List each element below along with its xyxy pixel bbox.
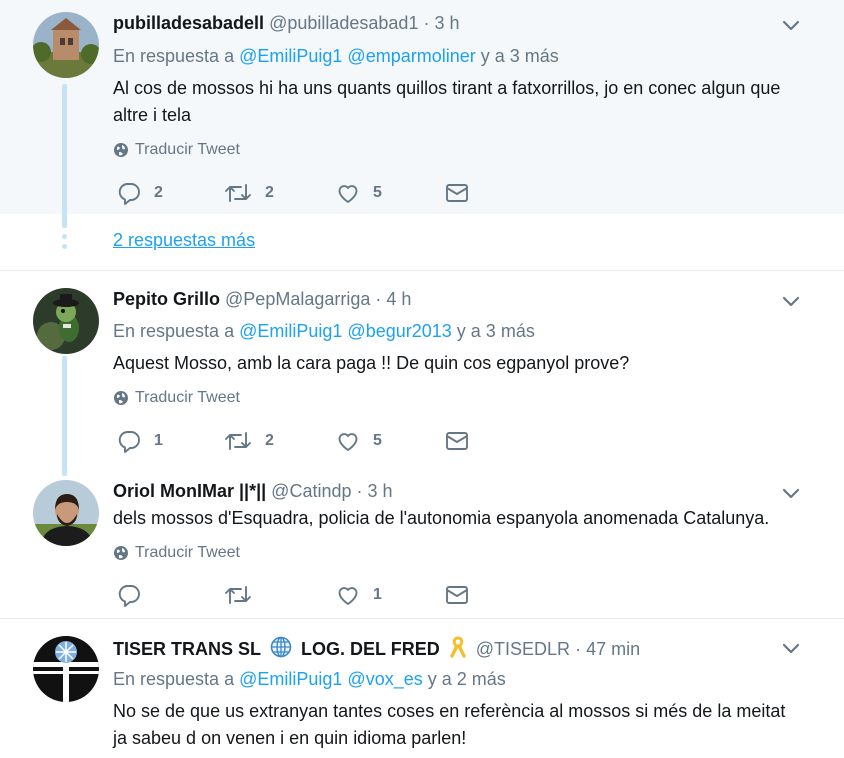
like-button[interactable]: 1 [336, 582, 382, 608]
reply-prefix: En respuesta a [113, 46, 235, 66]
user-handle[interactable]: @TISEDLR [476, 639, 570, 659]
envelope-icon [446, 432, 468, 450]
separator-dot: · [375, 289, 382, 309]
divider [0, 618, 844, 619]
mention-link[interactable]: @begur2013 [347, 321, 451, 341]
separator-dot: · [423, 13, 430, 33]
translate-link[interactable]: Traducir Tweet [113, 388, 240, 408]
like-count: 5 [373, 184, 382, 201]
reply-button[interactable]: 1 [117, 428, 163, 454]
reply-prefix: En respuesta a [113, 321, 235, 341]
tweet-header: Oriol MonIMar ||*|| @Catindp · 3 h [113, 480, 393, 502]
user-handle[interactable]: @pubilladesabad1 [269, 13, 418, 33]
mention-link[interactable]: @vox_es [347, 669, 422, 689]
reply-context: En respuesta a @EmiliPuig1 @vox_es y a 2… [113, 668, 506, 690]
retweet-button[interactable] [224, 582, 265, 608]
envelope-icon [446, 586, 468, 604]
chevron-down-icon[interactable] [781, 642, 801, 656]
like-button[interactable]: 5 [336, 180, 382, 206]
retweet-icon [225, 432, 251, 450]
timestamp[interactable]: 4 h [386, 289, 411, 309]
translate-link[interactable]: Traducir Tweet [113, 543, 240, 563]
avatar[interactable] [33, 636, 99, 702]
avatar[interactable] [33, 288, 99, 354]
tweet-text: Al cos de mossos hi ha uns quants quillo… [113, 78, 781, 125]
globe-icon [114, 391, 128, 405]
mention-link[interactable]: @EmiliPuig1 [239, 46, 342, 66]
envelope-icon [446, 184, 468, 202]
translate-label: Traducir Tweet [135, 544, 240, 561]
timestamp[interactable]: 47 min [586, 639, 640, 659]
like-count: 5 [373, 432, 382, 449]
chevron-down-icon[interactable] [781, 19, 801, 33]
like-count: 1 [373, 586, 382, 603]
tweet-header: TISER TRANS SL LOG. DEL FRED @TISEDLR · … [113, 636, 640, 660]
retweet-count: 2 [265, 432, 274, 449]
reply-icon [118, 183, 140, 205]
translate-link[interactable]: Traducir Tweet [113, 140, 240, 160]
dm-button[interactable] [445, 180, 469, 206]
mention-link[interactable]: @EmiliPuig1 [239, 669, 342, 689]
reply-count: 2 [154, 184, 163, 201]
retweet-button[interactable]: 2 [224, 428, 274, 454]
dm-button[interactable] [445, 428, 469, 454]
translate-label: Traducir Tweet [135, 389, 240, 406]
mention-link[interactable]: @emparmoliner [347, 46, 475, 66]
tweet-header: Pepito Grillo @PepMalagarriga · 4 h [113, 288, 411, 310]
separator-dot: · [575, 639, 582, 659]
display-name[interactable]: Pepito Grillo [113, 289, 220, 309]
display-name[interactable]: Oriol MonIMar ||*|| [113, 481, 266, 501]
timestamp[interactable]: 3 h [434, 13, 459, 33]
heart-icon [338, 587, 358, 605]
timestamp[interactable]: 3 h [368, 481, 393, 501]
tweet-header: pubilladesabadell @pubilladesabad1 · 3 h [113, 12, 460, 34]
globe-icon [270, 636, 292, 658]
reply-icon [118, 431, 140, 453]
retweet-button[interactable]: 2 [224, 180, 274, 206]
reply-context: En respuesta a @EmiliPuig1 @emparmoliner… [113, 45, 559, 67]
like-button[interactable]: 5 [336, 428, 382, 454]
retweet-count: 2 [265, 184, 274, 201]
chevron-down-icon[interactable] [781, 295, 801, 309]
thread-line [62, 84, 67, 228]
user-handle[interactable]: @PepMalagarriga [225, 289, 370, 309]
display-name-part[interactable]: LOG. DEL FRED [301, 639, 440, 659]
display-name-part[interactable]: TISER TRANS SL [113, 639, 261, 659]
tweet-text: Aquest Mosso, amb la cara paga !! De qui… [113, 353, 630, 373]
ribbon-icon [450, 636, 466, 658]
user-handle[interactable]: @Catindp [271, 481, 351, 501]
separator-dot: · [356, 481, 363, 501]
globe-icon [114, 143, 128, 157]
heart-icon [338, 185, 358, 203]
mention-link[interactable]: @EmiliPuig1 [239, 321, 342, 341]
retweet-icon [225, 184, 251, 202]
dm-button[interactable] [445, 582, 469, 608]
reply-prefix: En respuesta a [113, 669, 235, 689]
tweet-text: dels mossos d'Esquadra, policia de l'aut… [113, 508, 770, 528]
heart-icon [338, 433, 358, 451]
avatar[interactable] [33, 12, 99, 78]
more-replies-link[interactable]: 2 respuestas más [113, 229, 255, 251]
reply-icon [118, 585, 140, 607]
globe-icon [114, 546, 128, 560]
retweet-icon [225, 586, 251, 604]
translate-label: Traducir Tweet [135, 141, 240, 158]
reply-suffix[interactable]: y a 3 más [457, 321, 535, 341]
avatar[interactable] [33, 480, 99, 546]
reply-count: 1 [154, 432, 163, 449]
chevron-down-icon[interactable] [781, 487, 801, 501]
reply-suffix[interactable]: y a 2 más [428, 669, 506, 689]
reply-suffix[interactable]: y a 3 más [481, 46, 559, 66]
reply-button[interactable] [117, 582, 154, 608]
tweet-text: No se de que us extranyan tantes coses e… [113, 701, 786, 748]
thread-line [62, 356, 67, 476]
divider [0, 270, 844, 271]
reply-context: En respuesta a @EmiliPuig1 @begur2013 y … [113, 320, 535, 342]
display-name[interactable]: pubilladesabadell [113, 13, 264, 33]
reply-button[interactable]: 2 [117, 180, 163, 206]
